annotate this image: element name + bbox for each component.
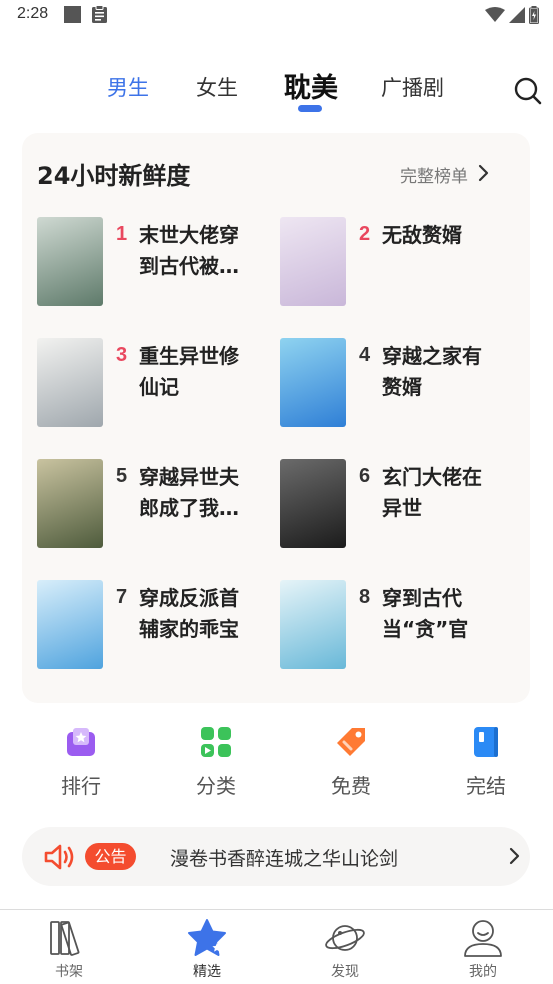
category-icon bbox=[201, 727, 231, 757]
announcement-text: 漫卷书香醉连城之华山论剑 bbox=[170, 848, 399, 870]
full-list-link[interactable]: 完整榜单 bbox=[400, 162, 468, 187]
planet-icon bbox=[325, 925, 365, 951]
book-item[interactable]: 6 玄门大佬在异世 bbox=[280, 459, 520, 559]
nav-discover[interactable]: 发现 bbox=[276, 910, 414, 984]
book-title: 无敌赘婿 bbox=[382, 223, 462, 247]
chevron-right-icon[interactable] bbox=[476, 163, 490, 183]
book-title: 重生异世修仙记 bbox=[139, 344, 239, 399]
nav-profile[interactable]: 我的 bbox=[414, 910, 552, 984]
book-title: 穿到古代当“贪”官 bbox=[382, 586, 469, 641]
book-cover bbox=[280, 459, 346, 548]
tab-bl[interactable]: 耽美 bbox=[284, 66, 338, 105]
channel-tabs: 男生 女生 耽美 广播剧 bbox=[0, 60, 553, 120]
status-time: 2:28 bbox=[17, 5, 49, 22]
rank-number: 4 bbox=[359, 344, 371, 366]
chevron-right-icon bbox=[509, 847, 520, 865]
book-cover bbox=[37, 217, 103, 306]
book-cover bbox=[37, 338, 103, 427]
nav-featured[interactable]: 精选 bbox=[138, 910, 276, 984]
status-right-icons bbox=[485, 5, 539, 25]
announcement-bar[interactable]: 公告 漫卷书香醉连城之华山论剑 bbox=[22, 827, 530, 886]
completed-book-icon bbox=[474, 727, 498, 757]
rank-number: 5 bbox=[116, 465, 128, 487]
rank-number: 8 bbox=[359, 586, 371, 608]
rank-number: 2 bbox=[359, 223, 371, 245]
book-item[interactable]: 1 末世大佬穿到古代被… bbox=[37, 217, 277, 317]
rank-number: 6 bbox=[359, 465, 371, 487]
book-cover bbox=[280, 338, 346, 427]
profile-icon bbox=[464, 920, 502, 957]
rank-number: 7 bbox=[116, 586, 128, 608]
rank-number: 3 bbox=[116, 344, 128, 366]
book-cover bbox=[280, 580, 346, 669]
free-label: 免费 bbox=[331, 774, 371, 798]
ranking-entry[interactable]: 排行 bbox=[41, 726, 121, 806]
nav-bookshelf-label: 书架 bbox=[55, 964, 83, 980]
book-title: 玄门大佬在异世 bbox=[382, 465, 482, 520]
completed-label: 完结 bbox=[466, 774, 506, 798]
nav-profile-label: 我的 bbox=[469, 964, 497, 980]
completed-entry[interactable]: 完结 bbox=[446, 726, 526, 806]
tab-radio-drama[interactable]: 广播剧 bbox=[381, 72, 444, 102]
free-entry[interactable]: 免费 bbox=[311, 726, 391, 806]
wifi-icon bbox=[485, 7, 505, 22]
book-title: 末世大佬穿到古代被… bbox=[139, 223, 239, 278]
signal-icon bbox=[509, 7, 525, 23]
book-item[interactable]: 8 穿到古代当“贪”官 bbox=[280, 580, 520, 680]
book-cover bbox=[37, 459, 103, 548]
battery-icon bbox=[529, 6, 539, 24]
square-notification-icon bbox=[64, 6, 81, 23]
speaker-icon bbox=[44, 844, 74, 870]
book-title: 穿越异世夫郎成了我… bbox=[139, 465, 239, 520]
book-title: 穿越之家有赘婿 bbox=[382, 344, 482, 399]
book-item[interactable]: 7 穿成反派首辅家的乖宝 bbox=[37, 580, 277, 680]
ranking-icon bbox=[67, 728, 95, 756]
nav-discover-label: 发现 bbox=[331, 964, 359, 980]
search-icon[interactable] bbox=[514, 77, 542, 105]
active-tab-indicator bbox=[298, 105, 322, 112]
book-item[interactable]: 5 穿越异世夫郎成了我… bbox=[37, 459, 277, 559]
bookshelf-icon bbox=[50, 921, 80, 956]
book-cover bbox=[37, 580, 103, 669]
announcement-badge: 公告 bbox=[85, 843, 136, 870]
book-cover bbox=[280, 217, 346, 306]
ranking-card: 24小时新鲜度 完整榜单 1 末世大佬穿到古代被… 2 无敌赘婿 3 重生异世修仙记 4 穿越… bbox=[22, 133, 530, 703]
category-entry[interactable]: 分类 bbox=[176, 726, 256, 806]
nav-featured-label: 精选 bbox=[193, 964, 221, 980]
book-item[interactable]: 2 无敌赘婿 bbox=[280, 217, 520, 317]
nav-bookshelf[interactable]: 书架 bbox=[0, 910, 138, 984]
clipboard-icon bbox=[92, 5, 107, 23]
book-title: 穿成反派首辅家的乖宝 bbox=[139, 586, 239, 641]
status-bar: 2:28 bbox=[0, 0, 553, 32]
tab-male[interactable]: 男生 bbox=[107, 72, 149, 102]
free-tag-icon bbox=[337, 728, 365, 756]
tab-female[interactable]: 女生 bbox=[196, 72, 238, 102]
book-item[interactable]: 4 穿越之家有赘婿 bbox=[280, 338, 520, 438]
rank-number: 1 bbox=[116, 223, 128, 245]
featured-star-icon bbox=[188, 919, 226, 956]
category-label: 分类 bbox=[196, 774, 236, 798]
book-item[interactable]: 3 重生异世修仙记 bbox=[37, 338, 277, 438]
bottom-nav: 书架 精选 发现 我的 bbox=[0, 909, 553, 984]
ranking-label: 排行 bbox=[61, 774, 101, 798]
ranking-title: 24小时新鲜度 bbox=[37, 162, 191, 190]
